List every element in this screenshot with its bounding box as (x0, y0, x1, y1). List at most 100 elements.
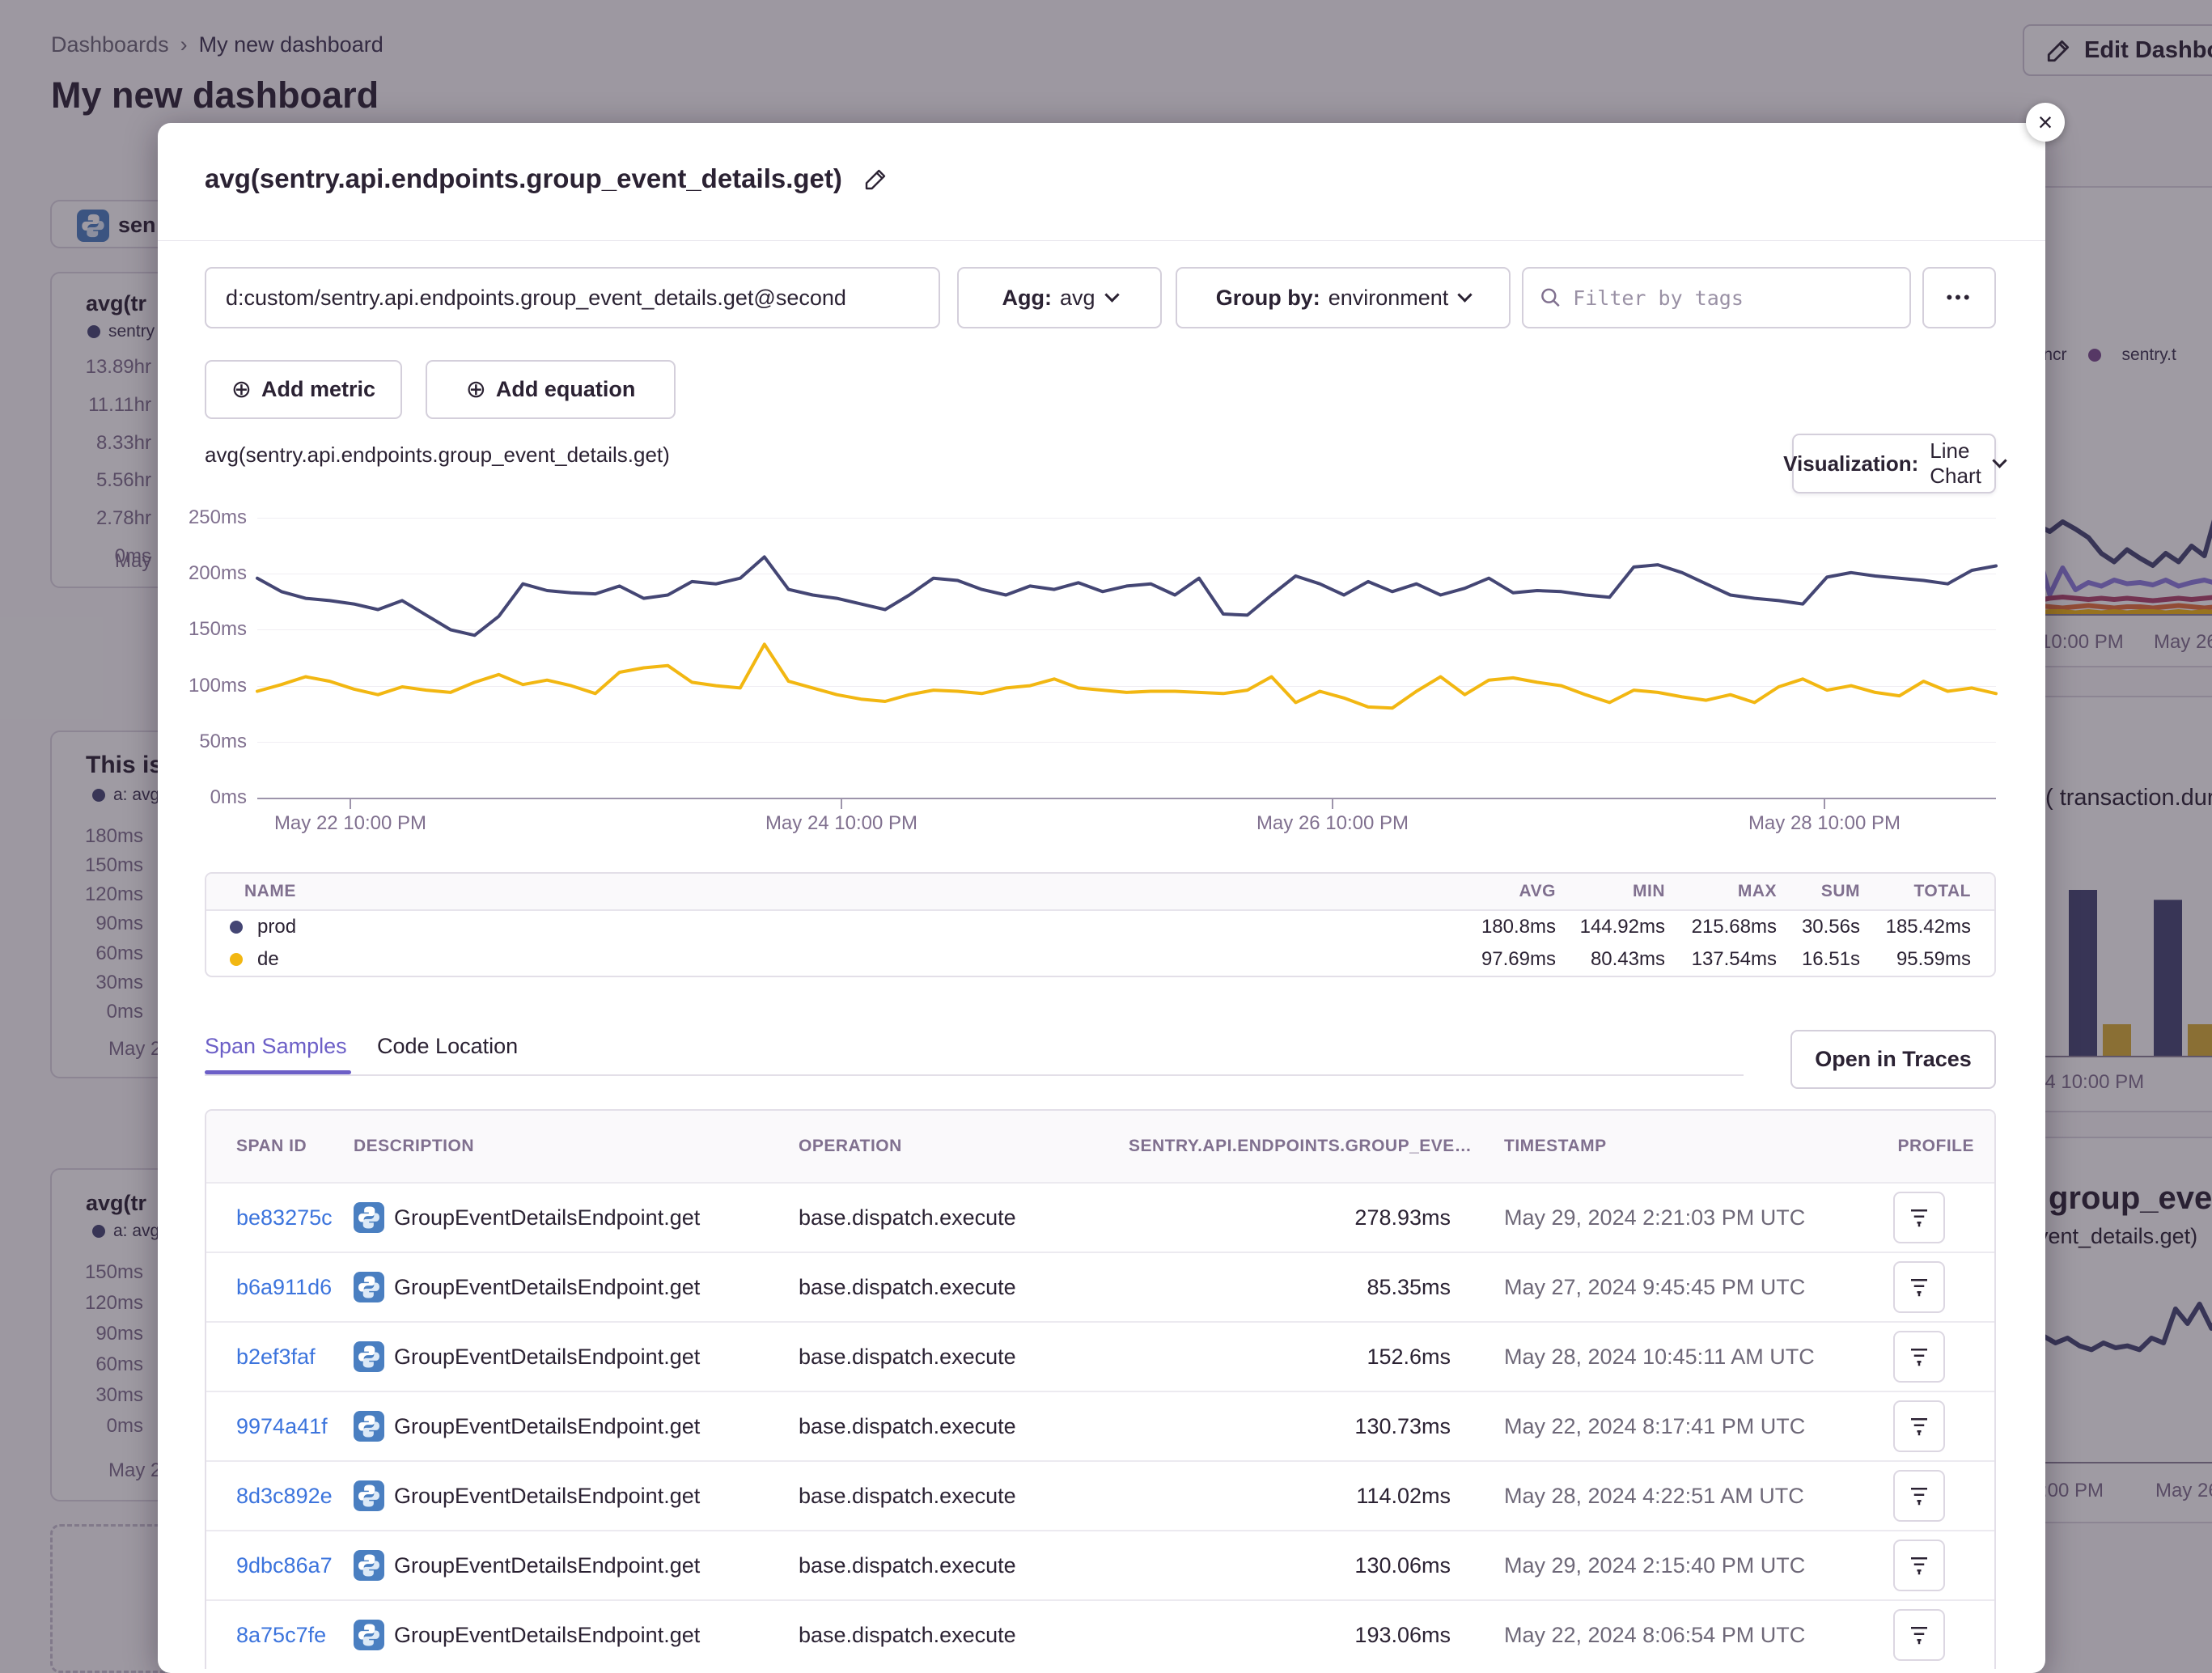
timestamp-cell: May 28, 2024 4:22:51 AM UTC (1451, 1484, 1888, 1509)
profile-icon (1907, 1205, 1931, 1230)
more-options-button[interactable]: ••• (1922, 267, 1996, 328)
close-icon[interactable]: × (2026, 103, 2065, 142)
span-id-link[interactable]: be83275c (206, 1205, 354, 1230)
metric-value-cell: 278.93ms (1129, 1205, 1451, 1230)
series-color-dot (230, 953, 243, 966)
x-tick-mark (350, 799, 351, 809)
metric-value-cell: 152.6ms (1129, 1345, 1451, 1370)
col-sum: SUM (1777, 882, 1860, 901)
description-text: GroupEventDetailsEndpoint.get (394, 1414, 700, 1439)
span-id-link[interactable]: 9dbc86a7 (206, 1553, 354, 1578)
divider (158, 240, 2045, 241)
python-icon (354, 1480, 384, 1511)
metric-value-cell: 114.02ms (1129, 1484, 1451, 1509)
group-by-dropdown[interactable]: Group by: environment (1176, 267, 1511, 328)
y-tick-label: 50ms (158, 731, 247, 753)
description-text: GroupEventDetailsEndpoint.get (394, 1484, 700, 1509)
profile-button[interactable] (1893, 1331, 1945, 1383)
x-tick-label: May 28 10:00 PM (1695, 812, 1954, 835)
add-metric-button[interactable]: ⊕ Add metric (205, 360, 402, 419)
visualization-dropdown[interactable]: Visualization: Line Chart (1792, 434, 1996, 493)
group-by-value: environment (1328, 286, 1449, 311)
x-axis-line (257, 798, 1996, 799)
timestamp-cell: May 27, 2024 9:45:45 PM UTC (1451, 1275, 1888, 1300)
add-equation-button[interactable]: ⊕ Add equation (426, 360, 676, 419)
y-tick-label: 200ms (158, 562, 247, 585)
profile-button[interactable] (1893, 1470, 1945, 1522)
filter-tags-input[interactable] (1573, 286, 1893, 310)
aggregation-dropdown[interactable]: Agg: avg (957, 267, 1162, 328)
open-in-traces-button[interactable]: Open in Traces (1790, 1030, 1996, 1089)
col-span-id: SPAN ID (206, 1137, 354, 1156)
profile-button[interactable] (1893, 1609, 1945, 1661)
modal-title-row: avg(sentry.api.endpoints.group_event_det… (205, 163, 889, 194)
timestamp-cell: May 29, 2024 2:15:40 PM UTC (1451, 1553, 1888, 1578)
metric-query-input[interactable] (205, 267, 940, 328)
summary-value: 144.92ms (1556, 916, 1665, 938)
search-icon (1540, 286, 1562, 310)
y-tick-label: 100ms (158, 675, 247, 697)
col-metric-value: SENTRY.API.ENDPOINTS.GROUP_EVE… (1129, 1137, 1451, 1156)
table-row: 8d3c892eGroupEventDetailsEndpoint.getbas… (206, 1460, 1994, 1530)
plus-circle-icon: ⊕ (466, 378, 486, 402)
summary-table-header: NAME AVG MIN MAX SUM TOTAL (206, 874, 1994, 911)
timestamp-cell: May 22, 2024 8:06:54 PM UTC (1451, 1623, 1888, 1648)
profile-button[interactable] (1893, 1261, 1945, 1313)
python-icon (354, 1550, 384, 1581)
profile-button[interactable] (1893, 1540, 1945, 1591)
plus-circle-icon: ⊕ (231, 378, 252, 402)
span-id-link[interactable]: 8d3c892e (206, 1484, 354, 1509)
timestamp-cell: May 22, 2024 8:17:41 PM UTC (1451, 1414, 1888, 1439)
summary-value: 30.56s (1777, 916, 1860, 938)
span-id-link[interactable]: 9974a41f (206, 1414, 354, 1439)
group-by-label: Group by: (1216, 286, 1320, 311)
profile-cell (1888, 1192, 1996, 1243)
span-id-link[interactable]: b2ef3faf (206, 1345, 354, 1370)
x-tick-label: May 26 10:00 PM (1203, 812, 1462, 835)
col-max: MAX (1665, 882, 1777, 901)
tab-divider (205, 1074, 1744, 1076)
col-min: MIN (1556, 882, 1665, 901)
profile-icon (1907, 1553, 1931, 1578)
metric-value-cell: 193.06ms (1129, 1623, 1451, 1648)
x-tick-mark (1824, 799, 1825, 809)
metric-value-cell: 85.35ms (1129, 1275, 1451, 1300)
profile-cell (1888, 1540, 1996, 1591)
tab-span-samples[interactable]: Span Samples (205, 1034, 347, 1059)
span-id-link[interactable]: b6a911d6 (206, 1275, 354, 1300)
description-text: GroupEventDetailsEndpoint.get (394, 1553, 700, 1578)
tab-code-location[interactable]: Code Location (377, 1034, 518, 1059)
metric-value-cell: 130.06ms (1129, 1553, 1451, 1578)
profile-icon (1907, 1414, 1931, 1438)
python-icon (354, 1341, 384, 1372)
operation-cell: base.dispatch.execute (799, 1345, 1129, 1370)
x-tick-mark (841, 799, 842, 809)
description-text: GroupEventDetailsEndpoint.get (394, 1345, 700, 1370)
col-timestamp: TIMESTAMP (1451, 1137, 1888, 1156)
profile-button[interactable] (1893, 1192, 1945, 1243)
description-cell: GroupEventDetailsEndpoint.get (354, 1480, 799, 1511)
summary-row: de97.69ms80.43ms137.54ms16.51s95.59ms (206, 943, 1994, 976)
span-id-link[interactable]: 8a75c7fe (206, 1623, 354, 1648)
series-name: de (257, 948, 279, 971)
description-cell: GroupEventDetailsEndpoint.get (354, 1341, 799, 1372)
col-operation: OPERATION (799, 1137, 1129, 1156)
metric-line-chart[interactable] (257, 518, 1996, 798)
agg-value: avg (1060, 286, 1095, 311)
profile-cell (1888, 1400, 1996, 1452)
operation-cell: base.dispatch.execute (799, 1553, 1129, 1578)
table-row: be83275cGroupEventDetailsEndpoint.getbas… (206, 1182, 1994, 1252)
x-tick-label: May 24 10:00 PM (712, 812, 971, 835)
operation-cell: base.dispatch.execute (799, 1205, 1129, 1230)
profile-cell (1888, 1261, 1996, 1313)
summary-value: 95.59ms (1860, 948, 1971, 971)
profile-cell (1888, 1470, 1996, 1522)
span-samples-table: SPAN ID DESCRIPTION OPERATION SENTRY.API… (205, 1109, 1996, 1669)
x-tick-label: May 22 10:00 PM (221, 812, 480, 835)
profile-button[interactable] (1893, 1400, 1945, 1452)
series-color-dot (230, 921, 243, 934)
python-icon (354, 1411, 384, 1442)
summary-value: 97.69ms (1434, 948, 1556, 971)
edit-title-pencil-icon[interactable] (863, 166, 889, 192)
chevron-down-icon (1104, 287, 1119, 302)
